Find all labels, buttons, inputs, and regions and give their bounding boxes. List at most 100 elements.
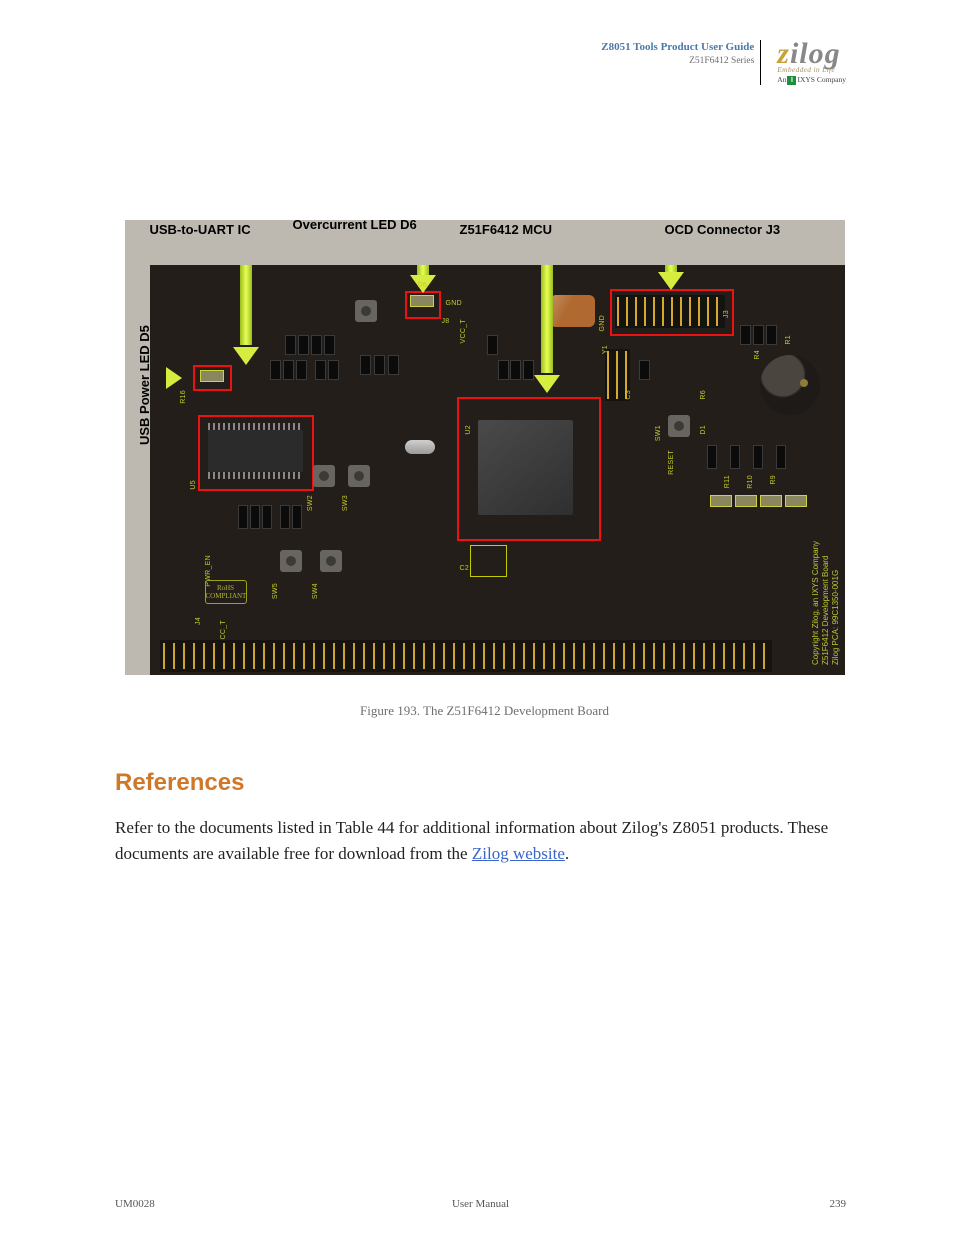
smd-23	[262, 505, 272, 529]
smd-22	[250, 505, 260, 529]
silk-r1: R1	[785, 335, 792, 345]
header-divider	[760, 40, 761, 85]
smd-8	[315, 360, 326, 380]
silk-r6: R6	[700, 390, 707, 400]
zilog-website-link[interactable]: Zilog website	[472, 844, 565, 863]
callout-labels: USB-to-UART IC Overcurrent LED D6 Z51F64…	[125, 220, 845, 245]
buzzer	[760, 355, 820, 415]
smd-2	[298, 335, 309, 355]
smd-7	[296, 360, 307, 380]
silk-sw3: SW3	[342, 495, 349, 511]
footer-doc-type: User Manual	[452, 1198, 509, 1210]
silk-sw1: SW1	[655, 425, 662, 441]
silk-u5: U5	[190, 480, 197, 490]
silk-j8: J8	[442, 318, 450, 325]
arrow-d5	[166, 367, 188, 389]
pcb: U5 U2 J3 J8 GND GND VCC_T PWR_EN RESET S…	[150, 265, 845, 675]
silk-c3: C3	[625, 390, 632, 400]
silk-d6: D6	[418, 282, 428, 289]
smd-27	[730, 445, 740, 469]
led-d6	[410, 295, 434, 307]
smd-5	[270, 360, 281, 380]
silk-reset: RESET	[668, 450, 675, 475]
silk-r11: R11	[724, 475, 731, 488]
body-suffix: .	[565, 844, 569, 863]
bottom-header	[160, 619, 772, 674]
doc-title: Z8051 Tools Product User Guide	[601, 40, 754, 55]
smd-15	[510, 360, 521, 380]
silk-r4: R4	[754, 350, 761, 360]
silk-sw5: SW5	[272, 583, 279, 599]
rohs-text: RoHS COMPLIANT	[206, 584, 246, 600]
led-row-4	[735, 495, 757, 507]
button-sw4	[320, 550, 342, 572]
silk-d1: D1	[700, 425, 707, 435]
smd-21	[238, 505, 248, 529]
label-mcu: Z51F6412 MCU	[460, 222, 552, 237]
silk-y1: Y1	[602, 345, 609, 354]
smd-19	[753, 325, 764, 345]
outline-c2	[470, 545, 507, 577]
box-usb-uart	[198, 415, 314, 491]
figure: USB-to-UART IC Overcurrent LED D6 Z51F64…	[115, 220, 854, 719]
footer-doc-id: UM0028	[115, 1198, 155, 1210]
figure-caption: Figure 193. The Z51F6412 Development Boa…	[115, 703, 854, 719]
label-usb-uart: USB-to-UART IC	[150, 222, 251, 237]
smd-14	[498, 360, 509, 380]
board-photo: USB-to-UART IC Overcurrent LED D6 Z51F64…	[125, 220, 845, 675]
page-footer: UM0028 User Manual 239	[115, 1198, 846, 1210]
silk-sw2: SW2	[307, 495, 314, 511]
smd-6	[283, 360, 294, 380]
led-row-1	[760, 495, 782, 507]
smd-12	[388, 355, 399, 375]
silk-r9: R9	[770, 475, 777, 485]
smd-4	[324, 335, 335, 355]
logo-subtag: AnIIXYS Company	[777, 75, 846, 85]
arrow-mcu	[536, 265, 558, 393]
silk-j3: J3	[723, 310, 730, 318]
silk-c2: C2	[460, 565, 470, 572]
led-row-3	[710, 495, 732, 507]
smd-3	[311, 335, 322, 355]
box-mcu	[457, 397, 601, 541]
smd-10	[360, 355, 371, 375]
button-sw3	[348, 465, 370, 487]
silk-r10: R10	[747, 475, 754, 489]
button-reset	[668, 415, 690, 437]
smd-18	[740, 325, 751, 345]
silk-gnd2: GND	[599, 315, 606, 331]
smd-26	[707, 445, 717, 469]
smd-17	[639, 360, 650, 380]
button-sw5	[280, 550, 302, 572]
section-heading: References	[115, 769, 854, 797]
led-d5	[200, 370, 224, 382]
page-header: Z8051 Tools Product User Guide Z51F6412 …	[601, 40, 846, 85]
button-sw2	[313, 465, 335, 487]
silk-sw4: SW4	[312, 583, 319, 599]
label-overcurrent: Overcurrent LED D6	[293, 217, 417, 232]
ixys-mark-icon: I	[787, 76, 796, 85]
smd-9	[328, 360, 339, 380]
doc-series: Z51F6412 Series	[601, 55, 754, 68]
silk-gnd1: GND	[446, 300, 462, 307]
zilog-logo: zilog Embedded in Life AnIIXYS Company	[777, 40, 846, 85]
board-copyright: Copyright Zilog, an IXYS Company Z51F641…	[811, 425, 841, 665]
footer-page-number: 239	[830, 1198, 847, 1210]
arrow-ocd	[660, 265, 682, 290]
smd-1	[285, 335, 296, 355]
smd-29	[776, 445, 786, 469]
silk-u2: U2	[465, 425, 472, 435]
smd-16	[523, 360, 534, 380]
smd-28	[753, 445, 763, 469]
logo-tagline: Embedded in Life	[777, 65, 835, 74]
box-ocd	[610, 289, 734, 336]
label-ocd: OCD Connector J3	[665, 222, 781, 237]
smd-24	[280, 505, 290, 529]
running-head: Z8051 Tools Product User Guide Z51F6412 …	[601, 40, 754, 85]
silk-r16: R16	[180, 390, 187, 404]
smd-25	[292, 505, 302, 529]
crystal	[405, 440, 435, 454]
led-row-2	[785, 495, 807, 507]
rohs-badge: RoHS COMPLIANT	[205, 580, 247, 604]
smd-11	[374, 355, 385, 375]
